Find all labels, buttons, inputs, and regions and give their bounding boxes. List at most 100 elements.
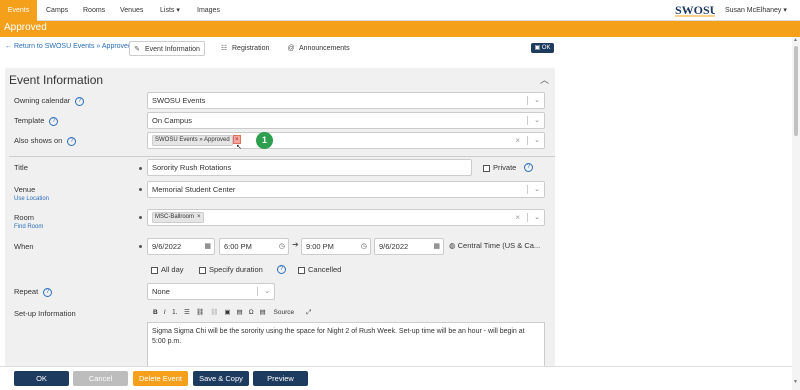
help-icon[interactable]: ? xyxy=(43,287,53,297)
arrow-left-icon: ← xyxy=(5,43,12,50)
save-icon: ▣ xyxy=(534,45,541,51)
title-value: Sorority Rush Rotations xyxy=(152,163,232,172)
pointer-cursor-icon: ↖ xyxy=(236,144,242,151)
table-icon[interactable]: ▤ xyxy=(237,306,243,320)
chevron-down-icon: ⌄ xyxy=(534,117,540,124)
title-input[interactable]: Sorority Rush Rotations xyxy=(147,159,472,176)
nav-images[interactable]: Images xyxy=(191,0,226,21)
user-menu[interactable]: Susan McElhaney ▾ xyxy=(725,0,787,21)
nav-lists-label: Lists xyxy=(160,7,175,14)
required-dot-icon xyxy=(139,188,142,191)
checkbox-box xyxy=(199,266,206,274)
use-location-link[interactable]: Use Location xyxy=(14,196,49,202)
tab-announcements-label: Announcements xyxy=(299,45,350,52)
venue-label: Venue xyxy=(14,185,36,194)
status-bar: Approved xyxy=(0,21,800,37)
delete-event-button[interactable]: Delete Event xyxy=(133,371,188,386)
chevron-up-icon[interactable]: ︿ xyxy=(540,73,549,86)
preview-button[interactable]: Preview xyxy=(253,371,308,386)
source-button[interactable]: ▤ Source xyxy=(260,306,301,320)
end-date-input[interactable]: 9/6/2022 ▦ xyxy=(374,238,444,255)
repeat-select[interactable]: None ⌄ xyxy=(147,283,275,300)
bullet-list-icon[interactable]: ☰ xyxy=(184,306,190,320)
select-divider xyxy=(527,185,528,194)
remove-tag-icon[interactable]: × xyxy=(197,213,201,222)
nav-venues[interactable]: Venues xyxy=(114,0,149,21)
required-dot-icon xyxy=(139,216,142,219)
calendar-icon[interactable]: ▦ xyxy=(204,239,211,254)
specify-duration-label: Specify duration xyxy=(209,265,263,274)
source-icon: ▤ xyxy=(259,309,266,316)
help-icon[interactable]: ? xyxy=(524,163,533,172)
checkbox-box xyxy=(483,164,490,172)
calendar-icon[interactable]: ▦ xyxy=(433,239,440,254)
source-label: Source xyxy=(273,309,295,316)
maximize-icon[interactable]: ⤢ xyxy=(306,306,311,320)
venue-value: Memorial Student Center xyxy=(152,185,236,194)
start-date-input[interactable]: 9/6/2022 ▦ xyxy=(147,238,215,255)
owning-calendar-select[interactable]: SWOSU Events ⌄ xyxy=(147,92,545,109)
save-copy-button[interactable]: Save & Copy xyxy=(193,371,249,386)
help-icon[interactable]: ? xyxy=(75,96,85,106)
edit-icon: ✎ xyxy=(134,46,140,53)
tab-event-information-label: Event Information xyxy=(145,46,200,53)
owning-calendar-value: SWOSU Events xyxy=(152,96,206,105)
room-multiselect[interactable]: MSC-Ballroom × × ⌄ xyxy=(147,209,545,226)
scrollbar[interactable]: ▲ ▼ xyxy=(792,37,800,390)
chevron-down-icon: ⌄ xyxy=(264,288,270,295)
find-room-link[interactable]: Find Room xyxy=(14,224,43,230)
nav-lists[interactable]: Lists ▾ xyxy=(154,0,186,21)
tab-announcements[interactable]: @ Announcements xyxy=(284,41,354,56)
italic-icon[interactable]: I xyxy=(164,306,166,320)
help-icon[interactable]: ? xyxy=(277,265,286,274)
help-icon[interactable]: ? xyxy=(67,136,77,146)
nav-events[interactable]: Events xyxy=(0,0,37,21)
swosu-logo[interactable]: SWOSU xyxy=(675,3,715,18)
scroll-up-icon[interactable]: ▲ xyxy=(793,37,798,43)
top-nav: Events Camps Rooms Venues Lists ▾ Images… xyxy=(0,0,800,21)
select-divider xyxy=(527,213,528,222)
ok-toolbar-button[interactable]: ▣ OK xyxy=(531,43,554,53)
all-day-checkbox[interactable]: All day xyxy=(151,265,184,274)
private-checkbox[interactable]: Private xyxy=(483,163,516,172)
chevron-down-icon: ⌄ xyxy=(534,137,540,144)
template-select[interactable]: On Campus ⌄ xyxy=(147,112,545,129)
tab-event-information[interactable]: ✎ Event Information xyxy=(129,41,205,56)
cancelled-checkbox[interactable]: Cancelled xyxy=(298,265,341,274)
end-time-value: 9:00 PM xyxy=(306,242,334,251)
back-link[interactable]: ← Return to SWOSU Events » Approved xyxy=(5,43,132,50)
cancel-button[interactable]: Cancel xyxy=(73,371,128,386)
checkbox-box xyxy=(151,266,158,274)
nav-rooms[interactable]: Rooms xyxy=(77,0,111,21)
image-icon[interactable]: ▣ xyxy=(224,306,230,320)
globe-icon: ◍ xyxy=(449,241,456,250)
clear-icon[interactable]: × xyxy=(515,210,520,225)
repeat-value: None xyxy=(152,287,170,296)
clock-icon[interactable]: ◷ xyxy=(279,239,285,254)
select-divider xyxy=(527,96,528,105)
start-date-value: 9/6/2022 xyxy=(152,242,182,251)
link-icon[interactable]: ⛓ xyxy=(196,306,204,320)
also-shows-multiselect[interactable]: SWOSU Events » Approved × × ⌄ xyxy=(147,132,545,149)
numbered-list-icon[interactable]: ⒈ xyxy=(172,306,179,320)
start-time-value: 6:00 PM xyxy=(224,242,252,251)
scroll-down-icon[interactable]: ▼ xyxy=(793,379,798,385)
specify-duration-checkbox[interactable]: Specify duration xyxy=(199,265,263,274)
clear-icon[interactable]: × xyxy=(515,133,520,148)
help-icon[interactable]: ? xyxy=(49,116,59,126)
start-time-input[interactable]: 6:00 PM ◷ xyxy=(219,238,289,255)
bold-icon[interactable]: B xyxy=(153,306,158,320)
ok-button[interactable]: OK xyxy=(14,371,69,386)
timezone-select[interactable]: ◍ Central Time (US & Ca... xyxy=(449,241,540,250)
clock-icon[interactable]: ◷ xyxy=(361,239,367,254)
end-time-input[interactable]: 9:00 PM ◷ xyxy=(301,238,371,255)
unlink-icon[interactable]: ⛓ xyxy=(210,306,218,320)
tab-registration-label: Registration xyxy=(232,45,270,52)
tab-registration[interactable]: ☷ Registration xyxy=(217,41,273,56)
venue-select[interactable]: Memorial Student Center ⌄ xyxy=(147,181,545,198)
owning-calendar-label: Owning calendar? xyxy=(14,96,85,106)
omega-icon[interactable]: Ω xyxy=(249,306,254,320)
nav-camps[interactable]: Camps xyxy=(40,0,74,21)
editor-toolbar: B I ⒈ ☰ ⛓ ⛓ ▣ ▤ Ω ▤ Source ⤢ xyxy=(147,306,545,320)
scrollbar-thumb[interactable] xyxy=(794,46,798,136)
